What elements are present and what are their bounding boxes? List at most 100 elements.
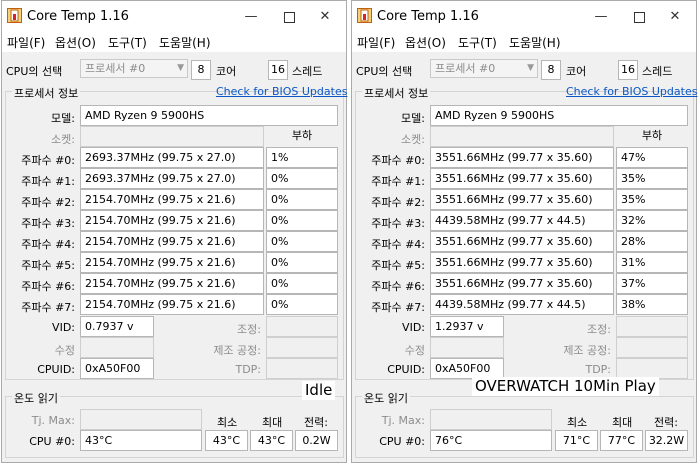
cores-label: 코어 [216,65,237,78]
adjust-value [266,316,338,337]
tjmax-value [80,409,202,430]
freq-label-5: 주파수 #5: [371,259,425,272]
menu-help[interactable]: 도움말(H) [509,34,561,51]
cpu0-power: 0.2W [295,430,338,451]
socket-value [430,126,614,147]
close-button[interactable]: ✕ [312,7,338,27]
max-header: 최대 [612,416,633,429]
load-value-7: 0% [266,294,338,315]
min-header: 최소 [217,416,238,429]
load-value-3: 0% [266,210,338,231]
menu-help[interactable]: 도움말(H) [159,34,211,51]
scenario-label: Idle [302,381,336,400]
cpu0-min-temp: 71°C [555,430,598,451]
cpu-select-label: CPU의 선택 [6,65,63,78]
freq-value-1: 2693.37MHz (99.75 x 27.0) [80,168,264,189]
minimize-button[interactable]: — [238,7,264,27]
threads-count: 16 [618,60,638,80]
freq-value-4: 2154.70MHz (99.75 x 21.6) [80,231,264,252]
processor-info-title: 프로세서 정보 [12,85,81,101]
maximize-icon [283,12,295,23]
menu-options[interactable]: 옵션(O) [55,34,96,51]
title-bar: Core Temp 1.16 — ✕ [2,1,346,32]
temperature-title: 온도 읽기 [362,390,410,406]
maximize-button[interactable] [276,7,302,27]
power-header: 전력: [654,416,678,429]
freq-value-4: 3551.66MHz (99.77 x 35.60) [430,231,614,252]
maximize-button[interactable] [626,7,652,27]
core-temp-app-icon [357,8,372,23]
cpu-select-label: CPU의 선택 [356,65,413,78]
cpu0-temp-value: 43°C [80,430,202,451]
revision-value [80,337,154,358]
menu-file[interactable]: 파일(F) [357,34,395,51]
freq-label-7: 주파수 #7: [371,301,425,314]
processor-info-title: 프로세서 정보 [362,85,431,101]
processor-combo[interactable]: 프로세서 #0 ▼ [80,59,188,78]
power-header: 전력: [304,416,328,429]
menu-tools[interactable]: 도구(T) [108,34,147,51]
model-value: AMD Ryzen 9 5900HS [80,105,338,126]
adjust-label: 조정: [587,323,611,336]
menu-options[interactable]: 옵션(O) [405,34,446,51]
freq-value-6: 2154.70MHz (99.75 x 21.6) [80,273,264,294]
vid-value: 1.2937 v [430,316,504,337]
processor-combo[interactable]: 프로세서 #0 ▼ [430,59,538,78]
tjmax-label: Tj. Max: [381,414,425,427]
freq-value-0: 3551.66MHz (99.77 x 35.60) [430,147,614,168]
freq-label-1: 주파수 #1: [371,175,425,188]
maximize-icon [633,12,645,23]
load-value-1: 0% [266,168,338,189]
load-value-4: 28% [616,231,688,252]
freq-value-0: 2693.37MHz (99.75 x 27.0) [80,147,264,168]
freq-value-3: 2154.70MHz (99.75 x 21.6) [80,210,264,231]
lithography-value [266,337,338,358]
socket-value [80,126,264,147]
minimize-button[interactable]: — [588,7,614,27]
cpu0-temp-label: CPU #0: [379,435,425,448]
close-button[interactable]: ✕ [662,7,688,27]
lithography-value [616,337,688,358]
freq-value-7: 2154.70MHz (99.75 x 21.6) [80,294,264,315]
freq-label-0: 주파수 #0: [371,154,425,167]
freq-label-6: 주파수 #6: [21,280,75,293]
model-value: AMD Ryzen 9 5900HS [430,105,688,126]
freq-value-7: 4439.58MHz (99.77 x 44.5) [430,294,614,315]
load-value-7: 38% [616,294,688,315]
tdp-label: TDP: [585,363,611,376]
menu-file[interactable]: 파일(F) [7,34,45,51]
load-value-1: 35% [616,168,688,189]
freq-label-5: 주파수 #5: [21,259,75,272]
threads-count: 16 [268,60,288,80]
vid-value: 0.7937 v [80,316,154,337]
freq-label-1: 주파수 #1: [21,175,75,188]
load-value-2: 0% [266,189,338,210]
menu-tools[interactable]: 도구(T) [458,34,497,51]
adjust-label: 조정: [237,323,261,336]
load-value-6: 37% [616,273,688,294]
load-value-3: 32% [616,210,688,231]
freq-label-0: 주파수 #0: [21,154,75,167]
cores-count: 8 [191,60,211,80]
model-label: 모델: [401,112,425,125]
cpuid-value: 0xA50F00 [430,358,504,379]
cores-label: 코어 [566,65,587,78]
freq-label-2: 주파수 #2: [371,196,425,209]
temperature-title: 온도 읽기 [12,390,60,406]
revision-label: 수정 [404,344,425,357]
max-header: 최대 [262,416,283,429]
cpu0-max-temp: 77°C [600,430,643,451]
processor-combo-value: 프로세서 #0 [85,62,146,75]
freq-label-3: 주파수 #3: [21,217,75,230]
scenario-label: OVERWATCH 10Min Play [472,377,659,396]
cpuid-value: 0xA50F00 [80,358,154,379]
load-value-5: 31% [616,252,688,273]
cpu0-max-temp: 43°C [250,430,293,451]
load-value-6: 0% [266,273,338,294]
vid-label: VID: [52,321,75,334]
processor-combo-value: 프로세서 #0 [435,62,496,75]
cores-count: 8 [541,60,561,80]
bios-update-link[interactable]: Check for BIOS Updates [216,85,347,98]
bios-update-link[interactable]: Check for BIOS Updates [566,85,697,98]
tdp-value [616,358,688,379]
